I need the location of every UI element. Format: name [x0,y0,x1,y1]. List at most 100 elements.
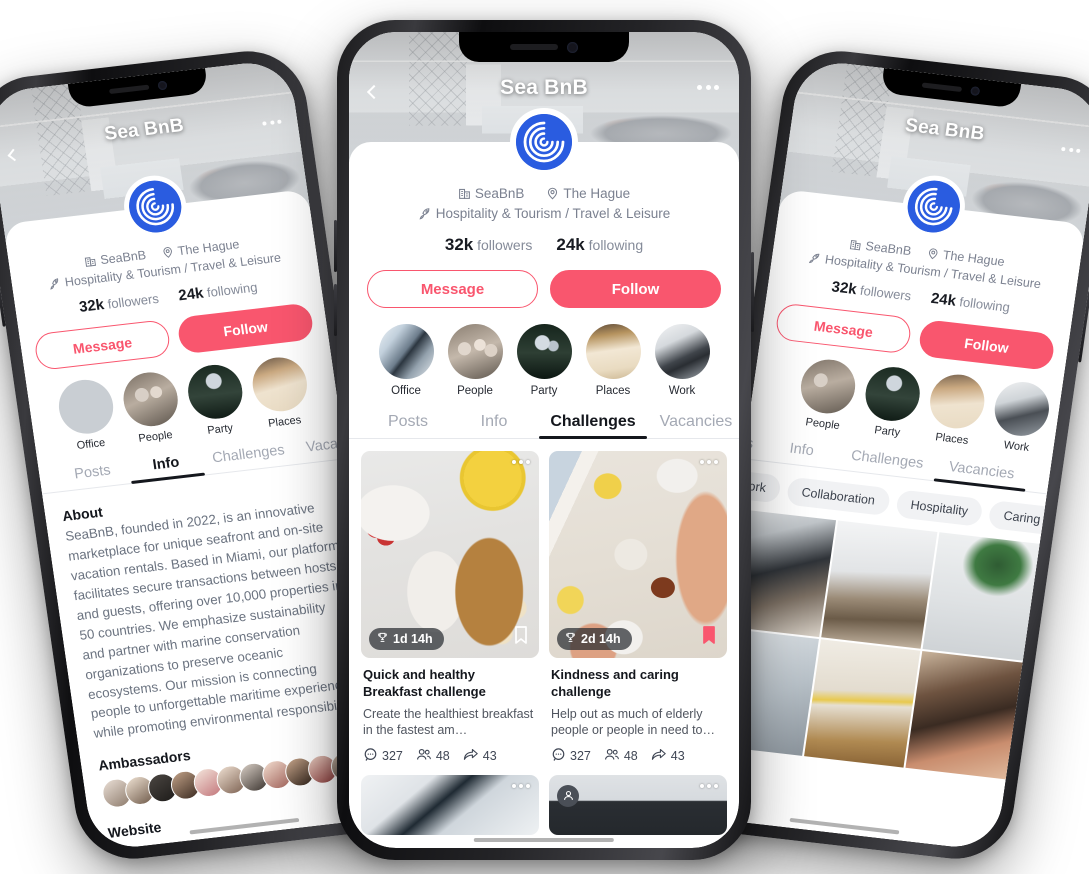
participants-stat[interactable]: 48 [604,747,638,765]
message-button[interactable]: Message [33,318,172,372]
shares-count: 43 [670,748,685,763]
profile-meta-primary: SeaBnB The Hague [349,186,739,201]
following-stat[interactable]: 24k following [556,235,643,255]
challenge-card[interactable]: 2d 14h Kindness and caring challenge Hel… [549,451,727,765]
story-highlight-label: People [137,429,174,445]
more-horizontal-icon [697,85,719,90]
beige-sofa-photo [926,371,988,432]
followers-stat[interactable]: 32k followers [78,290,160,316]
challenge-title: Quick and healthy Breakfast challenge [363,667,486,699]
center-phone-power-button [751,252,754,332]
message-button[interactable]: Message [367,270,538,308]
message-button[interactable]: Message [774,302,913,355]
challenge-stats: 327 48 43 [363,747,537,765]
two-women-cafe-photo[interactable] [905,651,1023,780]
dark-banner-photo[interactable] [549,774,727,835]
desk-laptops-photo [991,379,1053,439]
right-profile-sheet: SeaBnB The Hague Hospitality & Tourism /… [701,172,1086,780]
tab-challenges[interactable]: Challenges [539,413,647,439]
story-highlight-party[interactable]: Party [184,362,248,438]
followers-stat[interactable]: 32k followers [445,235,533,255]
tab-posts[interactable]: Posts [367,413,449,438]
story-highlight-label: Places [595,385,631,397]
follow-button[interactable]: Follow [550,270,721,308]
participants-stat[interactable]: 48 [416,747,450,765]
card-more-button[interactable] [512,783,530,788]
chip-collaboration[interactable]: Collaboration [785,476,891,517]
beige-sofa-photo [585,324,641,379]
shares-stat[interactable]: 43 [463,747,497,765]
story-highlight-people[interactable]: People [447,324,503,397]
comments-stat[interactable]: 327 [363,747,403,765]
challenge-timer-text: 1d 14h [393,632,433,646]
following-count: 24k [177,284,205,305]
followers-stat[interactable]: 32k followers [830,278,912,304]
story-highlight-label: People [457,385,493,397]
party-disco-photo [184,362,246,422]
story-highlight-label: Work [668,385,696,397]
bookmark-filled-icon[interactable] [701,625,717,650]
follow-button[interactable]: Follow [176,302,315,355]
tab-vacancies[interactable]: Vacancies [647,413,739,438]
story-highlight-label: Office [75,436,107,453]
party-disco-photo [516,324,572,379]
story-highlight-places[interactable]: Places [585,324,641,397]
story-highlight-label: Party [530,385,558,397]
office-towers-photo [54,376,117,437]
rocket-icon [807,251,822,265]
comments-stat[interactable]: 327 [551,747,591,765]
monstera-laptop-desk-photo[interactable] [922,532,1040,661]
map-pin-icon [546,187,559,200]
following-stat[interactable]: 24k following [930,290,1011,316]
about-text: SeaBnB, founded in 2022, is an innovativ… [64,500,357,742]
seabnb-spiral-logo [125,177,185,236]
center-phone-volume-down-button [334,284,337,336]
story-highlight-places[interactable]: Places [924,371,988,448]
building-icon [84,255,98,268]
office-interior-photo[interactable] [361,774,539,835]
card-more-button[interactable] [512,460,530,464]
story-highlight-work[interactable]: Work [654,324,710,397]
people-icon [416,747,432,765]
marble-meeting-room-photo[interactable] [803,639,921,768]
office-towers-photo [378,324,434,379]
tab-info[interactable]: Info [449,413,539,438]
beige-sofa-photo [248,354,311,415]
chip-hospitality[interactable]: Hospitality [894,489,984,527]
participants-count: 48 [623,748,638,763]
breakfast-bowl-toast-juice-photo: 1d 14h [361,451,539,658]
story-highlight-label: Places [934,431,970,447]
story-highlight-people[interactable]: People [119,369,183,446]
following-label: following [205,279,259,301]
bookmark-icon[interactable] [513,625,529,650]
story-highlight-places[interactable]: Places [248,354,313,431]
bright-loft-desk-photo[interactable] [820,520,938,649]
follow-button[interactable]: Follow [917,318,1056,372]
comment-icon [551,747,566,765]
card-more-button[interactable] [700,460,718,464]
right-phone-power-button [1078,290,1089,363]
team-highfive-photo [119,369,181,430]
seabnb-spiral-logo [904,177,964,236]
center-phone-screen: Sea BnB SeaBnB The Hague Hospitality & T… [349,32,739,848]
person-avatar-icon [557,784,579,807]
following-stat[interactable]: 24k following [177,278,258,304]
chip-caring[interactable]: Caring [987,500,1057,536]
challenge-timer: 2d 14h [557,628,632,650]
team-highfive-photo [447,324,503,379]
story-highlight-office[interactable]: Office [54,376,119,453]
card-more-button[interactable] [700,783,718,788]
trophy-icon [565,632,576,646]
trophy-icon [377,632,388,646]
story-highlight-people[interactable]: People [795,356,859,433]
comment-icon [363,747,378,765]
story-highlight-office[interactable]: Office [378,324,434,397]
story-highlight-party[interactable]: Party [516,324,572,397]
story-highlight-work[interactable]: Work [989,379,1053,455]
shares-stat[interactable]: 43 [651,747,685,765]
people-icon [604,747,620,765]
more-options-button[interactable] [697,85,719,90]
story-highlight-party[interactable]: Party [860,364,924,440]
followers-count: 32k [830,278,858,299]
challenge-card[interactable]: 1d 14h Quick and healthy Breakfast chall… [361,451,539,765]
